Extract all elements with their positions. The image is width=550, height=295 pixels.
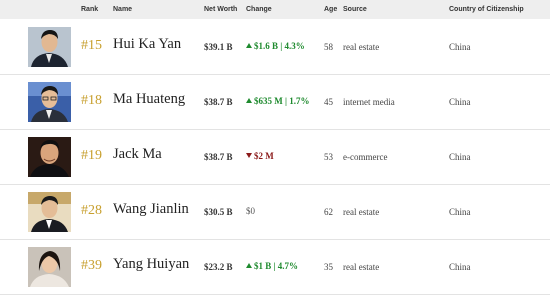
- source-value: e-commerce: [343, 152, 388, 162]
- rank-value: #19: [81, 148, 102, 163]
- net-worth-value: $38.7 B: [204, 152, 233, 162]
- header-change[interactable]: Change: [246, 6, 272, 13]
- rank-value: #15: [81, 38, 102, 53]
- rank-value: #39: [81, 258, 102, 273]
- source-value: internet media: [343, 97, 395, 107]
- person-name-link[interactable]: Wang Jianlin: [113, 201, 189, 218]
- country-value: China: [449, 207, 471, 217]
- person-name-link[interactable]: Jack Ma: [113, 146, 162, 163]
- arrow-down-icon: [246, 153, 252, 158]
- person-photo[interactable]: [28, 27, 71, 67]
- change-text: $1.6 B | 4.3%: [254, 41, 305, 51]
- age-value: 35: [324, 262, 333, 272]
- change-text: $2 M: [254, 151, 274, 161]
- arrow-up-icon: [246, 43, 252, 48]
- person-name-link[interactable]: Yang Huiyan: [113, 256, 189, 273]
- change-value: $0: [246, 206, 255, 216]
- table-header: Rank Name Net Worth Change Age Source Co…: [0, 0, 550, 19]
- net-worth-value: $39.1 B: [204, 42, 233, 52]
- change-text: $1 B | 4.7%: [254, 261, 298, 271]
- age-value: 53: [324, 152, 333, 162]
- country-value: China: [449, 262, 471, 272]
- age-value: 58: [324, 42, 333, 52]
- age-value: 45: [324, 97, 333, 107]
- person-photo[interactable]: [28, 247, 71, 287]
- change-text: $0: [246, 206, 255, 216]
- person-photo[interactable]: [28, 192, 71, 232]
- net-worth-value: $30.5 B: [204, 207, 233, 217]
- country-value: China: [449, 97, 471, 107]
- header-name[interactable]: Name: [113, 6, 132, 13]
- net-worth-value: $23.2 B: [204, 262, 233, 272]
- source-value: real estate: [343, 42, 380, 52]
- change-value: $2 M: [246, 151, 274, 161]
- rank-value: #28: [81, 203, 102, 218]
- change-value: $1 B | 4.7%: [246, 261, 298, 271]
- net-worth-value: $38.7 B: [204, 97, 233, 107]
- header-net-worth[interactable]: Net Worth: [204, 6, 237, 13]
- header-country[interactable]: Country of Citizenship: [449, 6, 524, 13]
- table-row[interactable]: #18 Ma Huateng $38.7 B $635 M | 1.7% 45 …: [0, 75, 550, 130]
- change-value: $635 M | 1.7%: [246, 96, 309, 106]
- table-row[interactable]: #15 Hui Ka Yan $39.1 B $1.6 B | 4.3% 58 …: [0, 20, 550, 75]
- country-value: China: [449, 152, 471, 162]
- change-value: $1.6 B | 4.3%: [246, 41, 305, 51]
- person-photo[interactable]: [28, 137, 71, 177]
- person-name-link[interactable]: Ma Huateng: [113, 91, 185, 108]
- arrow-up-icon: [246, 263, 252, 268]
- country-value: China: [449, 42, 471, 52]
- person-photo[interactable]: [28, 82, 71, 122]
- age-value: 62: [324, 207, 333, 217]
- arrow-up-icon: [246, 98, 252, 103]
- source-value: real estate: [343, 207, 380, 217]
- header-age[interactable]: Age: [324, 6, 337, 13]
- header-source[interactable]: Source: [343, 6, 367, 13]
- change-text: $635 M | 1.7%: [254, 96, 310, 106]
- table-row[interactable]: #28 Wang Jianlin $30.5 B $0 62 real esta…: [0, 185, 550, 240]
- rank-value: #18: [81, 93, 102, 108]
- header-rank[interactable]: Rank: [81, 6, 98, 13]
- table-row[interactable]: #39 Yang Huiyan $23.2 B $1 B | 4.7% 35 r…: [0, 240, 550, 295]
- table-row[interactable]: #19 Jack Ma $38.7 B $2 M 53 e-commerce C…: [0, 130, 550, 185]
- person-name-link[interactable]: Hui Ka Yan: [113, 36, 181, 53]
- source-value: real estate: [343, 262, 380, 272]
